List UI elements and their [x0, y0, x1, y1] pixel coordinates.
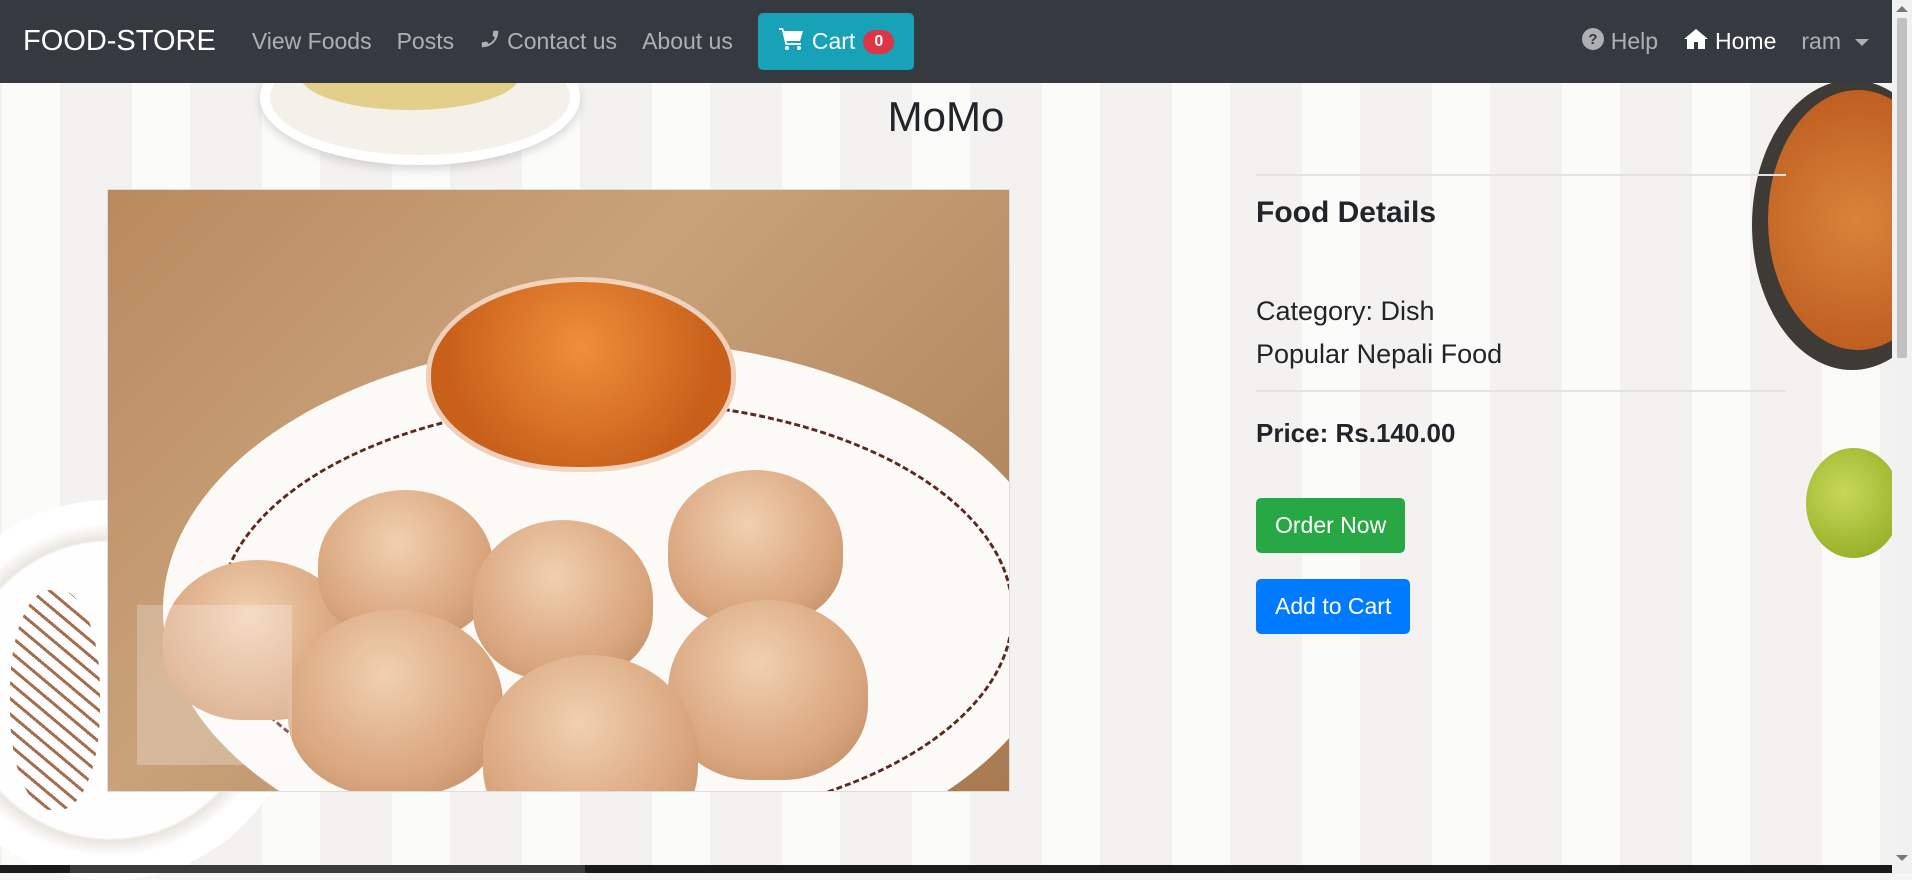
- nav-posts[interactable]: Posts: [397, 28, 455, 55]
- user-name: ram: [1801, 28, 1841, 54]
- food-description: Popular Nepali Food: [1256, 339, 1503, 369]
- divider: [1256, 174, 1786, 176]
- nav-contact[interactable]: Contact us: [479, 28, 617, 56]
- nav-help[interactable]: ? Help: [1581, 27, 1658, 57]
- image-dumpling: [473, 520, 653, 680]
- image-dumpling: [668, 600, 868, 780]
- nav-contact-label: Contact us: [507, 28, 618, 54]
- brand-logo[interactable]: FOOD-STORE: [23, 25, 216, 58]
- food-image: [107, 189, 1010, 792]
- scroll-down-arrow-icon[interactable]: [1896, 855, 1908, 861]
- shopping-cart-icon: [778, 27, 804, 57]
- food-price: Price: Rs.140.00: [1256, 418, 1456, 448]
- user-menu-dropdown[interactable]: ram: [1801, 28, 1869, 55]
- nav-home[interactable]: Home: [1683, 27, 1776, 57]
- divider: [1256, 390, 1786, 392]
- caret-down-icon: [1855, 39, 1869, 46]
- details-heading: Food Details: [1256, 196, 1437, 229]
- cart-label: Cart: [811, 28, 856, 54]
- food-category: Category: Dish: [1256, 296, 1435, 326]
- food-details-panel: Food Details Category: Dish Popular Nepa…: [1256, 174, 1786, 634]
- question-circle-icon: ?: [1581, 27, 1605, 57]
- navbar-right: ? Help Home ram: [1581, 27, 1869, 57]
- image-sauce: [426, 277, 736, 472]
- image-overlay: [137, 605, 292, 765]
- nav-view-foods[interactable]: View Foods: [252, 28, 372, 55]
- add-to-cart-button[interactable]: Add to Cart: [1256, 579, 1411, 634]
- cart-count-badge: 0: [863, 29, 895, 54]
- nav-about[interactable]: About us: [642, 28, 733, 55]
- bottom-bar: [0, 865, 1892, 873]
- bottom-bar-segment: [70, 865, 585, 873]
- decorative-lime: [1806, 448, 1901, 558]
- top-navbar: FOOD-STORE View Foods Posts Contact us A…: [0, 0, 1892, 83]
- scroll-up-arrow-icon[interactable]: [1896, 6, 1908, 12]
- decorative-rice-topping: [10, 590, 100, 810]
- food-title: MoMo: [887, 93, 1005, 140]
- nav-help-label: Help: [1610, 28, 1659, 54]
- image-dumpling: [288, 610, 503, 791]
- scrollbar-thumb[interactable]: [1897, 18, 1907, 358]
- home-icon: [1683, 27, 1709, 57]
- phone-icon: [479, 28, 501, 56]
- svg-text:?: ?: [1588, 31, 1597, 48]
- cart-button[interactable]: Cart 0: [757, 13, 915, 70]
- order-now-button[interactable]: Order Now: [1256, 498, 1406, 553]
- nav-home-label: Home: [1715, 28, 1777, 54]
